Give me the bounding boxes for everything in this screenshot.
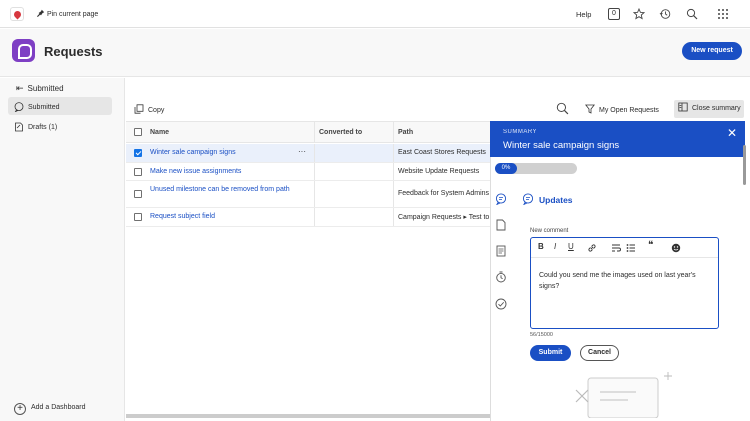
link-icon[interactable] — [587, 243, 597, 253]
character-count: 56/15000 — [530, 332, 553, 338]
sidebar-back-link[interactable]: ⇤ Submitted — [16, 83, 64, 94]
sidebar-item-label: Submitted — [28, 104, 60, 111]
sidebar-item-submitted[interactable]: Submitted — [14, 102, 60, 113]
empty-state-illustration-icon — [575, 372, 672, 418]
document-icon[interactable] — [495, 219, 507, 231]
help-link[interactable]: Help — [576, 10, 591, 19]
sidebar-item-label: Drafts (1) — [28, 124, 58, 131]
close-icon[interactable]: ✕ — [727, 126, 737, 140]
approval-check-icon[interactable] — [495, 298, 507, 310]
row-checkbox[interactable] — [134, 190, 142, 198]
collapse-left-icon: ⇤ — [16, 83, 24, 93]
row-checkbox[interactable] — [134, 213, 142, 221]
updates-heading: Updates — [539, 195, 573, 205]
page-header — [0, 29, 750, 77]
submit-button[interactable]: Submit — [530, 345, 571, 361]
notes-icon[interactable] — [495, 245, 507, 257]
bold-button[interactable]: B — [538, 242, 544, 251]
summary-panel-header: SUMMARY Winter sale campaign signs — [490, 121, 745, 157]
bullet-list-icon[interactable] — [626, 243, 636, 253]
copy-icon — [134, 104, 144, 114]
sidebar-section-title: Submitted — [27, 84, 64, 93]
panel-scrollbar[interactable] — [743, 145, 746, 185]
company-logo-icon[interactable] — [10, 7, 24, 21]
request-name-link[interactable]: Make new issue assignments — [150, 168, 241, 175]
draft-document-icon — [15, 122, 23, 132]
panel-layout-icon — [678, 102, 688, 112]
table-header: Name Converted to Path — [126, 121, 490, 143]
timer-icon[interactable] — [495, 271, 507, 283]
underline-button[interactable]: U — [568, 242, 574, 251]
keyboard-shortcut-icon[interactable]: 0 — [608, 8, 620, 20]
column-header-converted[interactable]: Converted to — [319, 129, 362, 136]
comment-text[interactable]: Could you send me the images used on las… — [539, 270, 711, 292]
search-icon[interactable] — [686, 8, 698, 20]
new-request-button[interactable]: New request — [682, 42, 742, 60]
column-header-name[interactable]: Name — [150, 129, 169, 136]
sidebar-item-drafts[interactable]: Drafts (1) — [14, 122, 57, 132]
updates-header-icon — [522, 193, 534, 205]
filter-funnel-icon — [584, 104, 596, 114]
add-dashboard-label: Add a Dashboard — [31, 404, 86, 411]
path-cell: East Coast Stores Requests — [398, 149, 486, 156]
filter-button[interactable]: My Open Requests — [584, 104, 659, 114]
progress-percent: 0% — [495, 163, 517, 174]
request-name-link[interactable]: Winter sale campaign signs — [150, 149, 236, 156]
page-title: Requests — [44, 44, 103, 59]
history-icon[interactable] — [659, 8, 671, 20]
copy-button[interactable]: Copy — [134, 104, 164, 114]
editor-toolbar — [531, 238, 718, 258]
add-circle-icon: + — [14, 403, 26, 415]
horizontal-scrollbar[interactable] — [126, 414, 490, 418]
requests-app-icon — [12, 39, 35, 62]
italic-button[interactable]: I — [554, 242, 556, 251]
quote-button[interactable]: ❝ — [648, 240, 653, 251]
star-icon[interactable] — [633, 8, 645, 20]
close-summary-button[interactable]: Close summary — [674, 100, 744, 118]
request-name-link[interactable]: Unused milestone can be removed from pat… — [150, 185, 290, 195]
table-row[interactable]: Request subject field Campaign Requests … — [126, 208, 490, 227]
cancel-button[interactable]: Cancel — [580, 345, 619, 361]
close-summary-label: Close summary — [692, 105, 741, 112]
search-list-icon[interactable] — [556, 102, 569, 115]
path-cell: Feedback for System Admins — [398, 190, 490, 197]
text-wrap-icon[interactable] — [611, 243, 622, 253]
table-row[interactable]: Winter sale campaign signs ··· East Coas… — [126, 144, 490, 163]
path-cell: Campaign Requests ▸ Test to — [398, 214, 490, 221]
pin-icon — [37, 9, 45, 17]
pin-page-label: Pin current page — [46, 11, 99, 18]
path-cell: Website Update Requests — [398, 168, 480, 175]
more-options-icon[interactable]: ··· — [298, 147, 306, 156]
table-row[interactable]: Make new issue assignments Website Updat… — [126, 163, 490, 181]
row-checkbox[interactable] — [134, 168, 142, 176]
copy-label: Copy — [148, 107, 165, 114]
column-header-path[interactable]: Path — [398, 129, 413, 136]
select-all-checkbox[interactable] — [134, 128, 142, 136]
updates-chat-icon[interactable] — [495, 193, 507, 205]
row-checkbox[interactable] — [134, 149, 142, 157]
chat-bubble-icon — [14, 102, 24, 113]
pin-page-button[interactable]: Pin current page — [37, 9, 98, 18]
apps-grid-icon[interactable] — [717, 8, 729, 20]
request-name-link[interactable]: Request subject field — [150, 213, 215, 220]
new-comment-label: New comment — [530, 228, 569, 234]
summary-label: SUMMARY — [503, 129, 538, 135]
emoji-icon[interactable] — [671, 243, 681, 253]
filter-label: My Open Requests — [599, 107, 659, 114]
table-row[interactable]: Unused milestone can be removed from pat… — [126, 181, 490, 208]
add-dashboard-button[interactable]: + Add a Dashboard — [14, 403, 85, 415]
summary-title: Winter sale campaign signs — [503, 140, 620, 151]
